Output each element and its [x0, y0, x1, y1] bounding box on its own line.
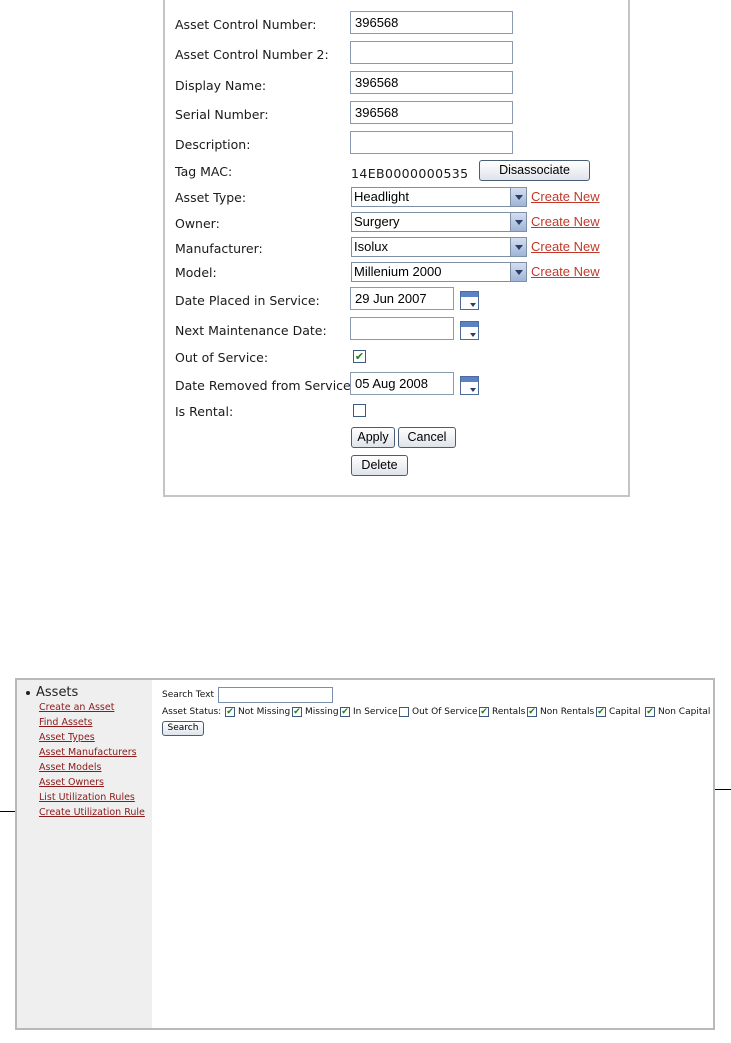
cancel-button[interactable]: Cancel	[398, 427, 456, 448]
sidebar-item-asset-manufacturers[interactable]: Asset Manufacturers	[39, 747, 137, 758]
serial-number-label: Serial Number:	[175, 107, 269, 122]
filter-non-rentals-label: Non Rentals	[540, 707, 595, 717]
calendar-icon[interactable]	[460, 376, 479, 395]
create-new-manufacturer-link[interactable]: Create New	[531, 239, 600, 254]
filter-not-missing-label: Not Missing	[238, 707, 291, 717]
dropdown-arrow-icon[interactable]	[510, 238, 526, 256]
bullet-icon	[26, 690, 30, 695]
search-button[interactable]: Search	[162, 721, 204, 736]
filter-capital-label: Capital	[609, 707, 641, 717]
date-removed-label: Date Removed from Service:	[175, 378, 355, 393]
sidebar-item-list-utilization-rules[interactable]: List Utilization Rules	[39, 792, 135, 803]
sidebar-item-create-utilization-rule[interactable]: Create Utilization Rule	[39, 807, 145, 818]
filter-in-service-label: In Service	[353, 707, 398, 717]
sidebar-item-asset-models[interactable]: Asset Models	[39, 762, 101, 773]
filter-non-rentals-checkbox[interactable]: ✔	[527, 707, 537, 717]
asset-search-panel: Assets Create an Asset Find Assets Asset…	[15, 678, 715, 1030]
asset-control-number-2-input[interactable]	[350, 41, 513, 64]
filter-out-of-service-label: Out Of Service	[412, 707, 478, 717]
model-select[interactable]: Millenium 2000	[351, 262, 527, 282]
filter-out-of-service-checkbox[interactable]	[399, 707, 409, 717]
filter-missing-checkbox[interactable]: ✔	[292, 707, 302, 717]
sidebar-item-asset-types[interactable]: Asset Types	[39, 732, 95, 743]
search-text-label: Search Text	[162, 690, 214, 700]
date-placed-label: Date Placed in Service:	[175, 293, 320, 308]
tag-mac-value: 14EB0000000535	[351, 166, 469, 181]
asset-edit-form: Asset Control Number: 396568 Asset Contr…	[163, 0, 630, 497]
manufacturer-label: Manufacturer:	[175, 241, 263, 256]
date-removed-input[interactable]: 05 Aug 2008	[350, 372, 454, 395]
description-input[interactable]	[350, 131, 513, 154]
filter-rentals-checkbox[interactable]: ✔	[479, 707, 489, 717]
dropdown-arrow-icon[interactable]	[510, 213, 526, 231]
create-new-owner-link[interactable]: Create New	[531, 214, 600, 229]
asset-type-value: Headlight	[354, 189, 409, 204]
model-label: Model:	[175, 265, 217, 280]
display-name-input[interactable]: 396568	[350, 71, 513, 94]
serial-number-input[interactable]: 396568	[350, 101, 513, 124]
asset-control-number-2-label: Asset Control Number 2:	[175, 47, 329, 62]
apply-button[interactable]: Apply	[351, 427, 395, 448]
calendar-icon[interactable]	[460, 321, 479, 340]
sidebar-item-asset-owners[interactable]: Asset Owners	[39, 777, 104, 788]
filter-missing-label: Missing	[305, 707, 339, 717]
sidebar: Assets Create an Asset Find Assets Asset…	[17, 680, 152, 1028]
next-maintenance-input[interactable]	[350, 317, 454, 340]
dropdown-arrow-icon[interactable]	[510, 263, 526, 281]
is-rental-label: Is Rental:	[175, 404, 234, 419]
create-new-asset-type-link[interactable]: Create New	[531, 189, 600, 204]
delete-button[interactable]: Delete	[351, 455, 408, 476]
dropdown-arrow-icon[interactable]	[510, 188, 526, 206]
filter-non-capital-label: Non Capital	[658, 707, 711, 717]
search-input[interactable]	[218, 687, 333, 703]
display-name-label: Display Name:	[175, 78, 267, 93]
asset-type-select[interactable]: Headlight	[351, 187, 527, 207]
next-maintenance-label: Next Maintenance Date:	[175, 323, 327, 338]
out-of-service-checkbox[interactable]: ✔	[353, 350, 366, 363]
owner-value: Surgery	[354, 214, 400, 229]
is-rental-checkbox[interactable]	[353, 404, 366, 417]
owner-label: Owner:	[175, 216, 220, 231]
filter-rentals-label: Rentals	[492, 707, 526, 717]
calendar-icon[interactable]	[460, 291, 479, 310]
create-new-model-link[interactable]: Create New	[531, 264, 600, 279]
owner-select[interactable]: Surgery	[351, 212, 527, 232]
filter-non-capital-checkbox[interactable]: ✔	[645, 707, 655, 717]
filter-not-missing-checkbox[interactable]: ✔	[225, 707, 235, 717]
disassociate-button[interactable]: Disassociate	[479, 160, 590, 181]
sidebar-heading: Assets	[26, 685, 78, 700]
asset-control-number-label: Asset Control Number:	[175, 17, 317, 32]
model-value: Millenium 2000	[354, 264, 442, 279]
manufacturer-select[interactable]: Isolux	[351, 237, 527, 257]
sidebar-item-create-asset[interactable]: Create an Asset	[39, 702, 114, 713]
tag-mac-label: Tag MAC:	[175, 164, 233, 179]
manufacturer-value: Isolux	[354, 239, 388, 254]
asset-control-number-input[interactable]: 396568	[350, 11, 513, 34]
sidebar-item-find-assets[interactable]: Find Assets	[39, 717, 92, 728]
filter-capital-checkbox[interactable]: ✔	[596, 707, 606, 717]
sidebar-heading-text: Assets	[36, 685, 79, 700]
asset-status-label: Asset Status:	[162, 707, 222, 717]
out-of-service-label: Out of Service:	[175, 350, 269, 365]
filter-in-service-checkbox[interactable]: ✔	[340, 707, 350, 717]
asset-type-label: Asset Type:	[175, 190, 247, 205]
date-placed-input[interactable]: 29 Jun 2007	[350, 287, 454, 310]
description-label: Description:	[175, 137, 251, 152]
